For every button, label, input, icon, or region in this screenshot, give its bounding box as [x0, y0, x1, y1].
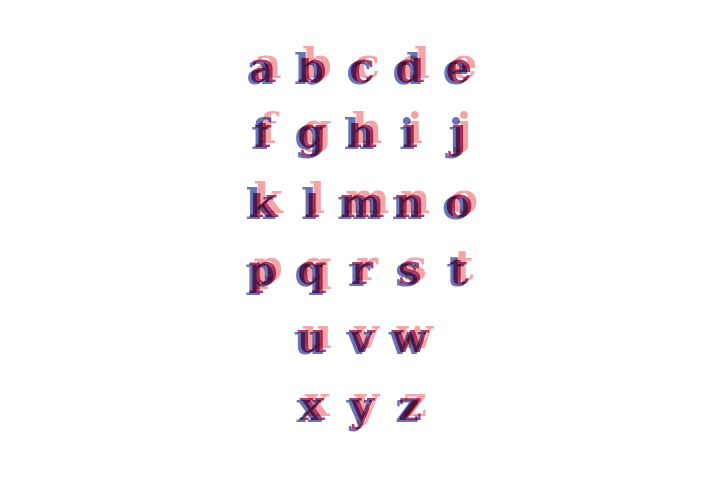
glyph-r: rrr	[340, 241, 384, 296]
glyph-f: fff	[241, 104, 285, 159]
glyph-v: vvv	[340, 309, 384, 364]
glyph-g: ggg	[290, 104, 334, 159]
glyph-h: hhh	[340, 104, 384, 159]
glyph-l: lll	[290, 174, 334, 229]
glyph-u: uuu	[290, 309, 334, 364]
alphabet-specimen: aaabbbcccdddeee fffggghhhiiijjj kkklllmmmn…	[0, 0, 720, 480]
glyph-d: ddd	[388, 39, 432, 94]
glyph-a: aaa	[241, 39, 285, 94]
glyph-z: zzz	[388, 377, 432, 432]
glyph-i: iii	[388, 104, 432, 159]
glyph-p: ppp	[241, 241, 285, 296]
glyph-x: xxx	[290, 377, 334, 432]
glyph-y: yyy	[340, 377, 384, 432]
glyph-n: nnn	[388, 174, 432, 229]
glyph-o: ooo	[437, 174, 481, 229]
glyph-c: ccc	[340, 39, 384, 94]
glyph-j: jjj	[437, 104, 481, 159]
glyph-k: kkk	[241, 174, 285, 229]
glyph-t: ttt	[437, 241, 481, 296]
glyph-m: mmm	[337, 174, 389, 229]
glyph-s: sss	[388, 241, 432, 296]
glyph-e: eee	[437, 39, 481, 94]
glyph-b: bbb	[290, 39, 334, 94]
glyph-w: www	[388, 309, 433, 364]
glyph-q: qqq	[290, 241, 334, 296]
